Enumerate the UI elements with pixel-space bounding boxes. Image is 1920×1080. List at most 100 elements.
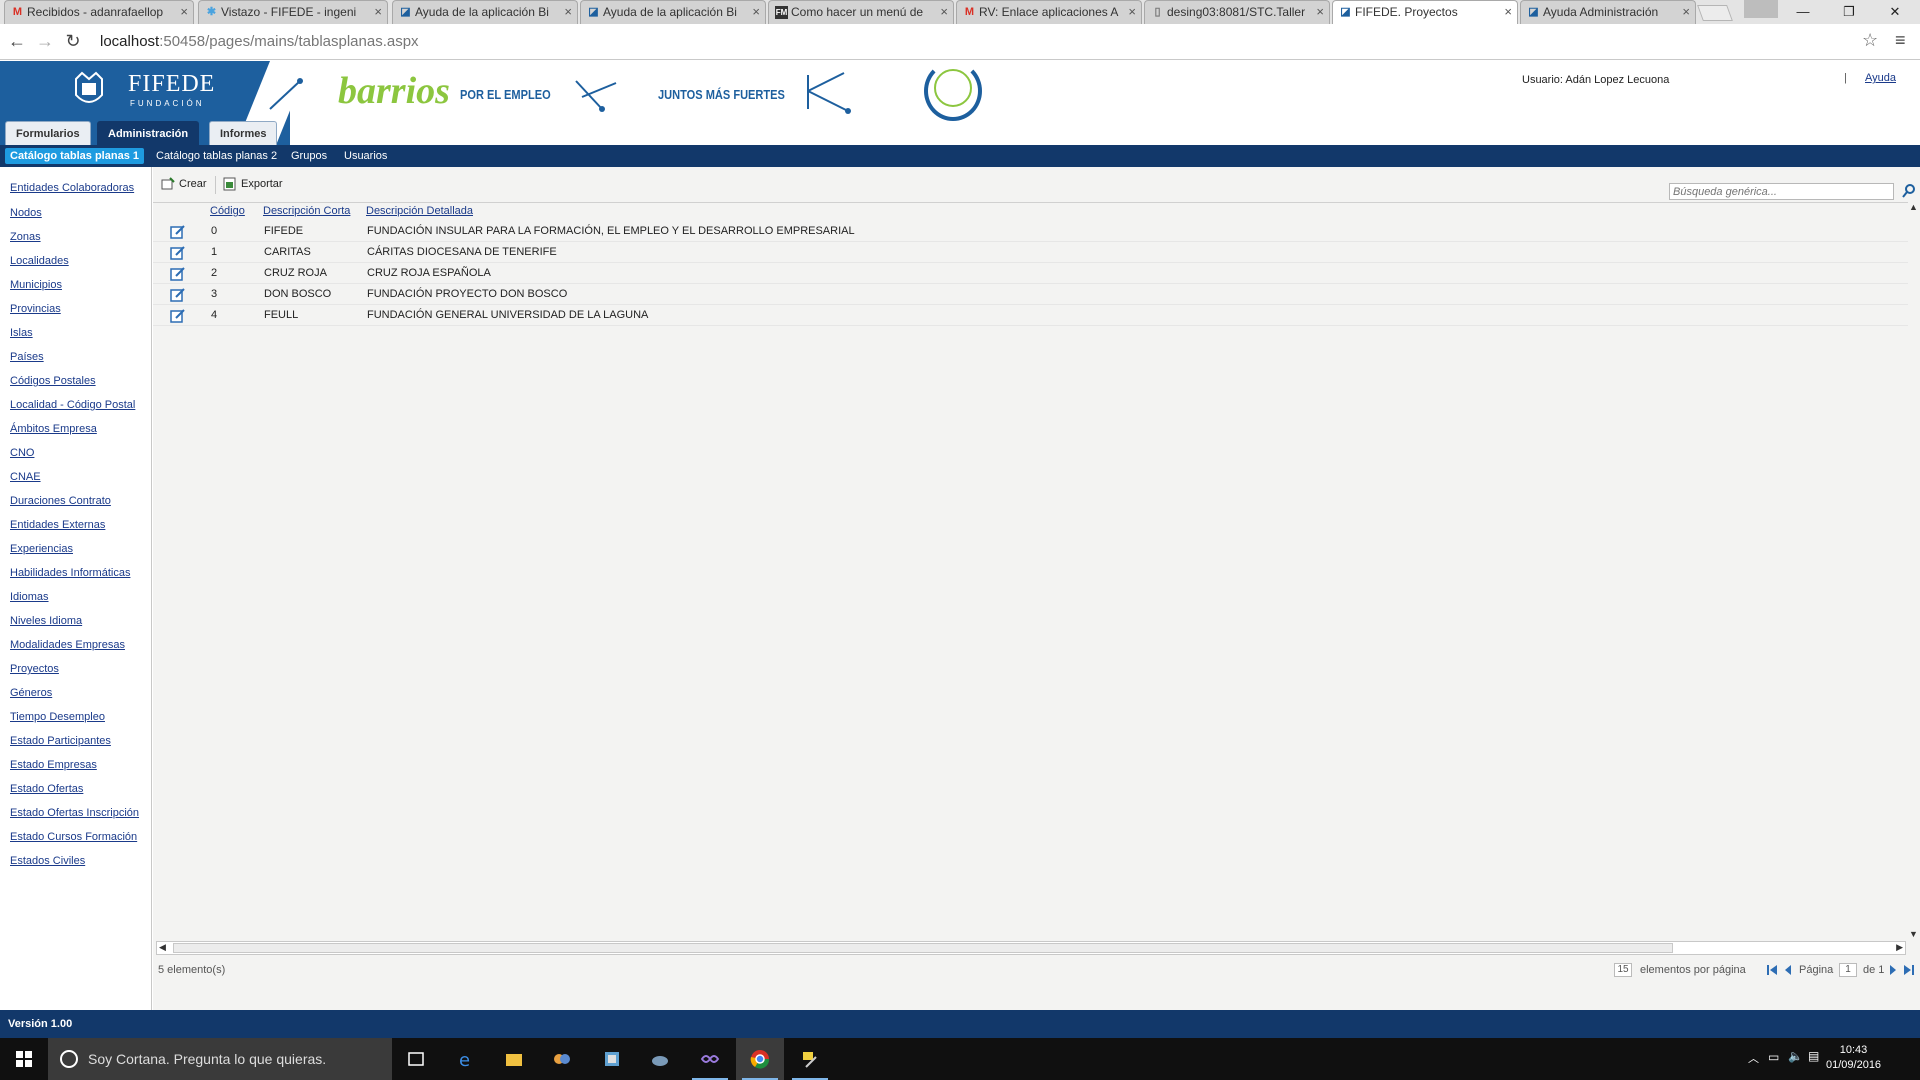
sidebar-item[interactable]: Tiempo Desempleo (10, 711, 105, 723)
browser-tab[interactable]: ◪ Ayuda de la aplicación Bi × (580, 0, 766, 24)
network-icon[interactable]: ▭ (1768, 1050, 1779, 1064)
sidebar-item[interactable]: Países (10, 351, 44, 363)
chrome-icon[interactable] (736, 1038, 784, 1080)
sidebar-item[interactable]: Provincias (10, 303, 61, 315)
next-page-icon[interactable] (1888, 964, 1898, 976)
sidebar-item[interactable]: CNAE (10, 471, 41, 483)
scroll-down-icon[interactable]: ▼ (1909, 929, 1918, 939)
close-icon[interactable]: × (1128, 4, 1136, 19)
cortana-search[interactable]: Soy Cortana. Pregunta lo que quieras. (48, 1038, 392, 1080)
tab-informes[interactable]: Informes (209, 121, 278, 145)
column-header-desc-detallada[interactable]: Descripción Detallada (366, 203, 473, 220)
app-icon[interactable] (588, 1038, 636, 1080)
sidebar-item[interactable]: Modalidades Empresas (10, 639, 125, 651)
browser-tab[interactable]: ▯ desing03:8081/STC.Taller × (1144, 0, 1330, 24)
sidebar-item[interactable]: Entidades Externas (10, 519, 105, 531)
sidebar-item[interactable]: Localidades (10, 255, 69, 267)
sidebar-item[interactable]: Entidades Colaboradoras (10, 182, 134, 194)
file-explorer-icon[interactable] (490, 1038, 538, 1080)
horizontal-scrollbar[interactable]: ◀ ▶ (156, 941, 1906, 955)
page-size-input[interactable]: 15 (1614, 963, 1632, 977)
sidebar-item[interactable]: Estado Empresas (10, 759, 97, 771)
edit-icon[interactable] (170, 309, 186, 323)
close-icon[interactable]: × (180, 4, 188, 19)
sidebar-item[interactable]: Ámbitos Empresa (10, 423, 97, 435)
close-icon[interactable]: × (752, 4, 760, 19)
sidebar-item[interactable]: Experiencias (10, 543, 73, 555)
edge-icon[interactable]: e (442, 1038, 490, 1080)
sidebar-item[interactable]: Municipios (10, 279, 62, 291)
close-icon[interactable]: × (1682, 4, 1690, 19)
app-icon[interactable] (636, 1038, 684, 1080)
sidebar-item[interactable]: Estados Civiles (10, 855, 85, 867)
bookmark-star-icon[interactable]: ☆ (1862, 30, 1878, 51)
browser-tab[interactable]: M RV: Enlace aplicaciones A × (956, 0, 1142, 24)
windows-start-icon[interactable] (0, 1038, 48, 1080)
new-tab-button[interactable] (1697, 5, 1733, 21)
column-header-codigo[interactable]: Código (210, 203, 245, 220)
edit-icon[interactable] (170, 225, 186, 239)
close-icon[interactable]: × (1316, 4, 1324, 19)
tools-icon[interactable] (786, 1038, 834, 1080)
scroll-right-icon[interactable]: ▶ (1896, 942, 1903, 953)
task-view-icon[interactable] (392, 1038, 440, 1080)
last-page-icon[interactable] (1904, 964, 1914, 976)
notifications-icon[interactable]: ▤ (1808, 1049, 1819, 1063)
sidebar-item[interactable]: Zonas (10, 231, 41, 243)
subnav-catalogo-1[interactable]: Catálogo tablas planas 1 (5, 148, 144, 164)
profile-icon[interactable] (1744, 0, 1778, 18)
browser-tab[interactable]: ✱ Vistazo - FIFEDE - ingeni × (198, 0, 388, 24)
edit-icon[interactable] (170, 267, 186, 281)
sidebar-item[interactable]: Códigos Postales (10, 375, 96, 387)
sidebar-item[interactable]: Localidad - Código Postal (10, 399, 135, 411)
sidebar-item[interactable]: Idiomas (10, 591, 49, 603)
forward-icon[interactable]: → (34, 30, 56, 52)
sidebar-item[interactable]: Géneros (10, 687, 52, 699)
tab-formularios[interactable]: Formularios (5, 121, 91, 145)
visual-studio-icon[interactable] (686, 1038, 734, 1080)
subnav-usuarios[interactable]: Usuarios (339, 148, 392, 164)
sidebar-item[interactable]: Estado Ofertas Inscripción (10, 807, 139, 819)
close-icon[interactable]: × (1504, 4, 1512, 19)
sidebar-item[interactable]: Nodos (10, 207, 42, 219)
browser-menu-icon[interactable]: ≡ (1895, 30, 1906, 51)
sidebar-item[interactable]: Niveles Idioma (10, 615, 82, 627)
browser-tab[interactable]: ◪ Ayuda de la aplicación Bi × (392, 0, 578, 24)
sidebar-item[interactable]: Estado Participantes (10, 735, 111, 747)
edit-icon[interactable] (170, 246, 186, 260)
help-link[interactable]: Ayuda (1865, 72, 1896, 84)
generic-search-input[interactable] (1669, 183, 1894, 200)
minimize-icon[interactable]: — (1780, 0, 1826, 24)
sidebar-item[interactable]: CNO (10, 447, 34, 459)
browser-tab[interactable]: M Recibidos - adanrafaellop × (4, 0, 194, 24)
clock[interactable]: 10:43 01/09/2016 (1826, 1043, 1881, 1073)
prev-page-icon[interactable] (1783, 964, 1793, 976)
tab-administracion[interactable]: Administración (97, 121, 200, 145)
browser-tab[interactable]: ◪ Ayuda Administración × (1520, 0, 1696, 24)
close-icon[interactable]: × (940, 4, 948, 19)
browser-tab[interactable]: FM Como hacer un menú de × (768, 0, 954, 24)
close-icon[interactable]: × (564, 4, 572, 19)
scroll-thumb[interactable] (173, 943, 1673, 953)
app-icon[interactable] (538, 1038, 586, 1080)
tray-chevron-icon[interactable]: ︿ (1748, 1050, 1759, 1066)
sidebar-item[interactable]: Islas (10, 327, 33, 339)
subnav-catalogo-2[interactable]: Catálogo tablas planas 2 (151, 148, 282, 164)
sidebar-item[interactable]: Duraciones Contrato (10, 495, 111, 507)
sidebar-item[interactable]: Proyectos (10, 663, 59, 675)
subnav-grupos[interactable]: Grupos (286, 148, 332, 164)
scroll-up-icon[interactable]: ▲ (1909, 202, 1918, 212)
sidebar-item[interactable]: Estado Ofertas (10, 783, 83, 795)
restore-icon[interactable]: ❐ (1826, 0, 1872, 24)
export-button[interactable]: Exportar (223, 173, 283, 195)
create-button[interactable]: Crear (161, 173, 207, 195)
sidebar-item[interactable]: Estado Cursos Formación (10, 831, 137, 843)
first-page-icon[interactable] (1767, 964, 1777, 976)
sidebar-item[interactable]: Habilidades Informáticas (10, 567, 130, 579)
vertical-scrollbar[interactable]: ▲ ▼ (1908, 202, 1920, 939)
current-page-input[interactable]: 1 (1839, 963, 1857, 977)
window-close-icon[interactable]: ✕ (1872, 0, 1918, 24)
reload-icon[interactable]: ↻ (62, 30, 84, 52)
search-icon[interactable] (1901, 183, 1917, 199)
volume-icon[interactable]: 🔈 (1788, 1049, 1803, 1063)
